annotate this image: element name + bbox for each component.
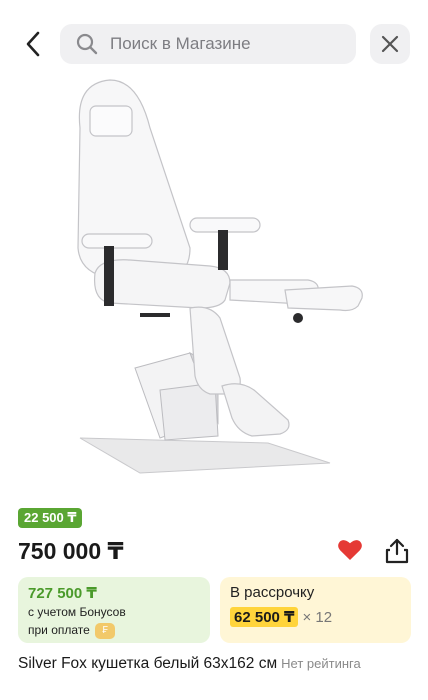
installment-title: В рассрочку (230, 584, 315, 601)
search-bar[interactable] (60, 24, 356, 64)
search-input[interactable] (110, 34, 340, 54)
bonus-price: 727 500 ₸ (28, 585, 97, 602)
close-icon (381, 35, 399, 53)
installment-monthly-price: 62 500 ₸ (230, 607, 299, 627)
bonus-note-line2: при оплате (28, 623, 90, 637)
installment-card[interactable]: В рассрочку 62 500 ₸ × 12 (220, 577, 411, 643)
search-icon (74, 31, 100, 57)
product-price: 750 000 ₸ (18, 538, 124, 564)
bonus-coin-icon: ₣ (95, 622, 116, 639)
bonus-price-card[interactable]: 727 500 ₸ с учетом Бонусов при оплате ₣ (18, 577, 210, 643)
favorite-button[interactable] (336, 536, 364, 564)
share-icon (385, 538, 409, 564)
rating-text[interactable]: Нет рейтинга (281, 656, 361, 671)
installment-multiplier: × 12 (302, 608, 333, 626)
bonus-note-line1: с учетом Бонусов (28, 605, 126, 619)
installment-row: 62 500 ₸ × 12 (230, 607, 401, 627)
heart-icon (338, 540, 362, 560)
bonus-note-line2-wrapper: при оплате ₣ (28, 622, 200, 639)
back-button[interactable] (18, 26, 48, 62)
bonus-badge: 22 500 ₸ (18, 508, 83, 528)
product-title: Silver Fox кушетка белый 63x162 см (18, 655, 278, 672)
share-button[interactable] (382, 536, 412, 566)
chevron-left-icon (26, 31, 40, 57)
product-image[interactable] (40, 68, 380, 500)
close-button[interactable] (370, 24, 410, 64)
product-title-row: Silver Fox кушетка белый 63x162 см Нет р… (18, 655, 418, 673)
